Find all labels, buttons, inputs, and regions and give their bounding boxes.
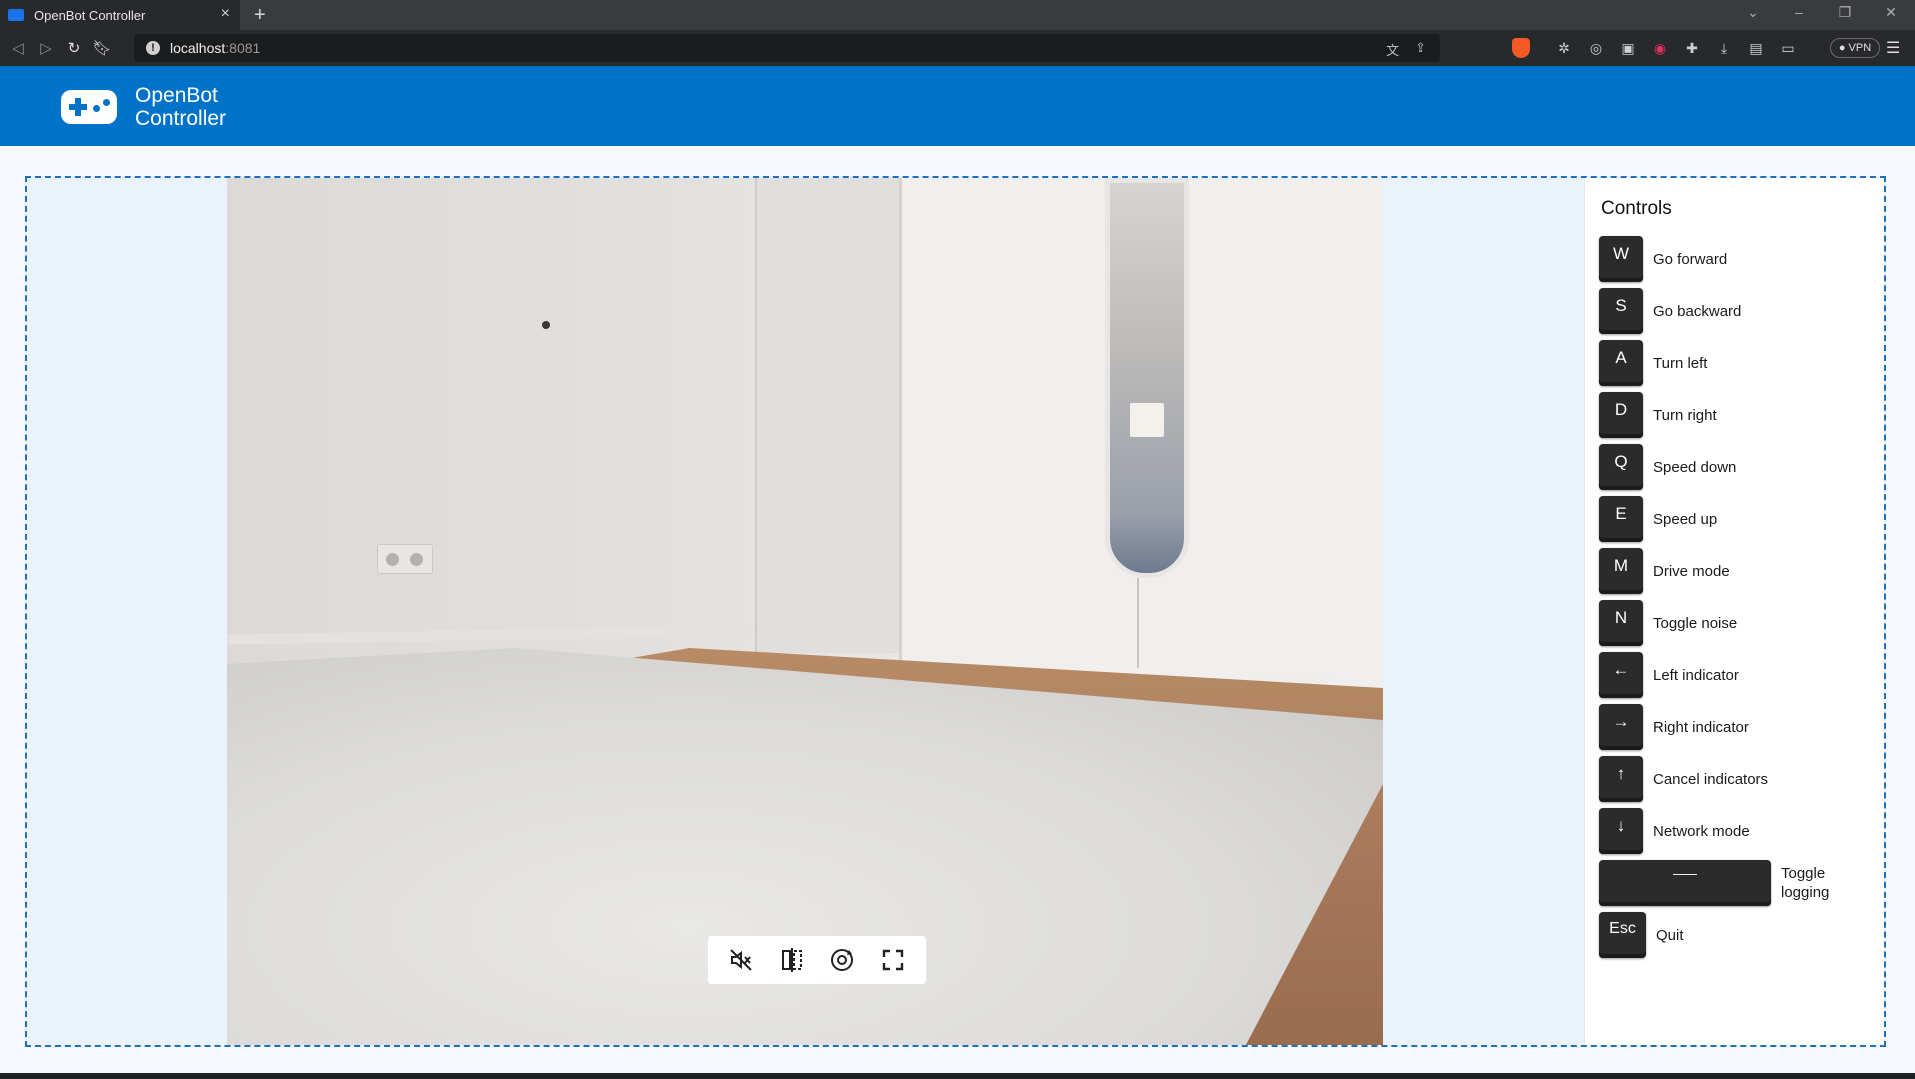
brand-title: OpenBot Controller [135,84,226,130]
tab-title: OpenBot Controller [34,7,146,23]
control-label: Drive mode [1653,562,1730,580]
control-label: Speed down [1653,458,1737,476]
brand-line1: OpenBot [135,84,218,107]
control-row-go-backward: S Go backward [1599,288,1741,334]
gamepad-favicon-icon [8,9,24,21]
control-row-network-mode: ↓ Network mode [1599,808,1750,854]
extension-b-icon[interactable]: ▣ [1612,40,1644,57]
control-row-left-indicator: ← Left indicator [1599,652,1739,698]
url-host: localhost [170,40,226,56]
vpn-label: VPN [1848,42,1872,54]
video-mirror [1105,178,1189,578]
control-row-drive-mode: M Drive mode [1599,548,1730,594]
key-arrow-right[interactable]: → [1599,704,1643,750]
main-stage: Controls W Go forward S Go backward A Tu… [25,176,1886,1047]
control-row-speed-up: E Speed up [1599,496,1717,542]
bookmark-icon[interactable]: 🔖︎ [88,39,116,57]
menu-icon[interactable]: ☰ [1886,38,1900,58]
control-label: Right indicator [1653,718,1749,736]
control-label: Turn right [1653,406,1717,424]
control-row-toggle-noise: N Toggle noise [1599,600,1737,646]
brave-shield-icon[interactable] [1512,38,1530,58]
rotate-camera-icon[interactable] [822,943,862,977]
gamepad-logo-icon [61,90,117,124]
key-e[interactable]: E [1599,496,1643,542]
download-icon[interactable]: ⤓ [1708,40,1740,57]
key-q[interactable]: Q [1599,444,1643,490]
key-arrow-down[interactable]: ↓ [1599,808,1643,854]
video-rug [227,648,1383,1045]
plus-icon[interactable]: + [254,5,266,25]
site-info-icon[interactable]: ! [146,41,160,55]
control-row-quit: Esc Quit [1599,912,1684,958]
video-outlet [377,544,433,574]
control-label: Toggle noise [1653,614,1738,632]
key-space[interactable] [1599,860,1771,906]
control-row-turn-right: D Turn right [1599,392,1717,438]
wallet-icon[interactable]: ▭ [1772,40,1804,57]
restore-icon[interactable]: ❐ [1822,4,1868,21]
control-row-cancel-indicators: ↑ Cancel indicators [1599,756,1768,802]
control-row-go-forward: W Go forward [1599,236,1727,282]
key-m[interactable]: M [1599,548,1643,594]
browser-tabbar: OpenBot Controller × + ⌄ – ❐ ✕ [0,0,1915,30]
extensions-puzzle-icon[interactable]: ✚ [1676,40,1708,57]
control-label: Go forward [1653,250,1728,268]
control-label: Toggle logging [1781,864,1871,902]
tab-list-chevron-icon[interactable]: ⌄ [1730,4,1776,21]
control-label: Go backward [1653,302,1742,320]
control-label: Network mode [1653,822,1750,840]
key-d[interactable]: D [1599,392,1643,438]
controls-panel: Controls W Go forward S Go backward A Tu… [1584,178,1884,1045]
address-bar[interactable]: ! localhost:8081 文 ⇪ [134,34,1440,62]
vpn-button[interactable]: ● VPN [1830,38,1880,58]
control-label-line2: logging [1781,884,1830,901]
mute-icon[interactable] [721,943,761,977]
key-n[interactable]: N [1599,600,1643,646]
app-header: OpenBot Controller [0,66,1915,146]
control-label-line1: Toggle [1781,865,1826,882]
brand-line2: Controller [135,107,227,130]
control-label: Left indicator [1653,666,1739,684]
bottom-strip [0,1073,1915,1079]
key-w[interactable]: W [1599,236,1643,282]
back-icon[interactable]: ◁ [4,39,32,57]
translate-icon[interactable]: 文 [1386,40,1399,59]
key-a[interactable]: A [1599,340,1643,386]
control-label: Quit [1656,926,1684,944]
control-row-right-indicator: → Right indicator [1599,704,1749,750]
key-arrow-up[interactable]: ↑ [1599,756,1643,802]
sidebar-icon[interactable]: ▤ [1740,40,1772,57]
extension-record-icon[interactable]: ◉ [1644,40,1676,57]
video-stream [227,178,1383,1045]
video-controls-bar [708,936,926,984]
browser-tab[interactable]: OpenBot Controller × [0,0,240,30]
control-label: Cancel indicators [1653,770,1769,788]
fullscreen-icon[interactable] [873,943,913,977]
forward-icon[interactable]: ▷ [32,39,60,57]
key-esc[interactable]: Esc [1599,912,1646,958]
window-close-icon[interactable]: ✕ [1868,4,1914,21]
close-icon[interactable]: × [221,6,230,22]
video-door [755,178,899,653]
mirror-icon[interactable] [772,943,812,977]
control-row-turn-left: A Turn left [1599,340,1707,386]
control-row-toggle-logging: Toggle logging [1599,860,1871,906]
share-icon[interactable]: ⇪ [1415,40,1426,59]
url-port: :8081 [225,40,261,56]
control-label: Turn left [1653,354,1708,372]
controls-title: Controls [1601,198,1672,219]
control-row-speed-down: Q Speed down [1599,444,1736,490]
extension-circle-icon[interactable]: ◎ [1580,40,1612,57]
minimize-icon[interactable]: – [1776,4,1822,21]
key-s[interactable]: S [1599,288,1643,334]
extension-gear-icon[interactable]: ✲ [1548,40,1580,57]
key-arrow-left[interactable]: ← [1599,652,1643,698]
control-label: Speed up [1653,510,1718,528]
reload-icon[interactable]: ↻ [60,39,88,57]
